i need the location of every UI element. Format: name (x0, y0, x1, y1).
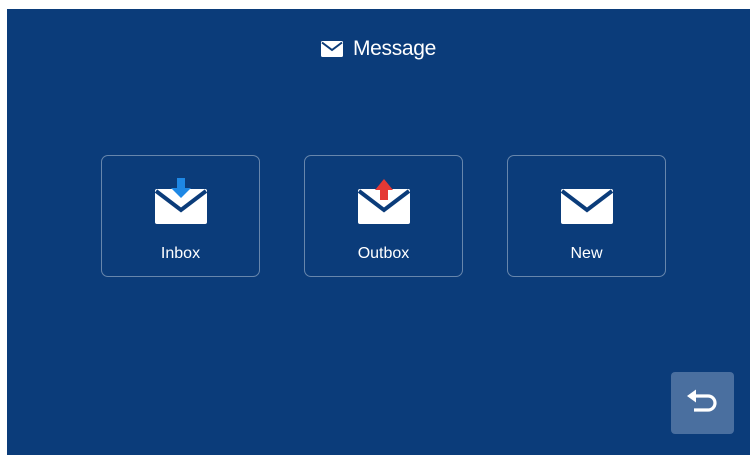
return-arrow-icon (687, 389, 717, 412)
message-screen: Message Inbox Outbox New (7, 9, 750, 455)
inbox-button[interactable]: Inbox (101, 155, 260, 277)
new-message-button[interactable]: New (507, 155, 666, 277)
new-label: New (570, 245, 603, 262)
envelope-icon (320, 41, 343, 57)
back-button[interactable] (671, 372, 734, 434)
outbox-button[interactable]: Outbox (304, 155, 463, 277)
envelope-icon (560, 189, 613, 224)
envelope-download-icon (154, 178, 207, 224)
inbox-label: Inbox (160, 245, 201, 262)
header: Message (7, 35, 750, 63)
outbox-label: Outbox (357, 245, 410, 262)
envelope-upload-icon (357, 179, 410, 224)
page-title: Message (352, 37, 437, 60)
